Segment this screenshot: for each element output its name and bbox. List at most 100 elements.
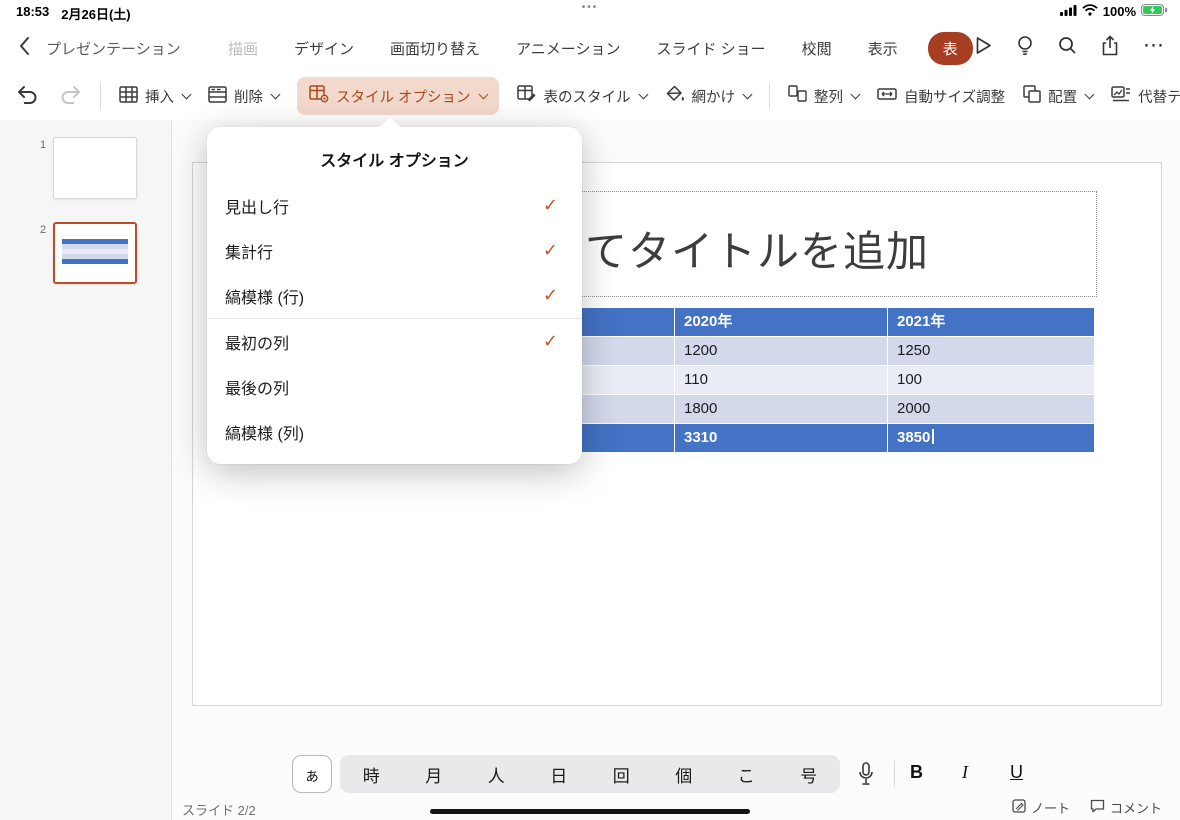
notes-button[interactable]: ノート — [1012, 798, 1070, 817]
battery-charging-icon — [1141, 4, 1168, 19]
popup-item-label: 集計行 — [225, 244, 274, 262]
redo-icon[interactable] — [58, 83, 82, 109]
popup-title: スタイル オプション — [320, 153, 469, 170]
multitasking-dots-icon[interactable]: ••• — [582, 2, 599, 13]
kana-input-toggle[interactable]: ぁ — [292, 755, 332, 793]
tab-design[interactable]: デザイン — [294, 38, 354, 59]
popup-item-label: 縞模様 (行) — [225, 289, 305, 307]
slide-number: 2 — [40, 224, 47, 236]
autofit-icon — [877, 85, 897, 107]
slide-thumbnail-1[interactable] — [53, 137, 137, 199]
suggestion-key[interactable]: こ — [715, 755, 778, 793]
tab-slideshow[interactable]: スライド ショー — [656, 38, 765, 59]
table-cell[interactable]: 2021年 — [888, 308, 1095, 337]
comments-label: コメント — [1109, 801, 1162, 816]
search-icon[interactable] — [1058, 36, 1077, 60]
popup-arrow — [379, 118, 401, 127]
popup-item-header-row[interactable]: 見出し行 ✓ — [207, 183, 582, 228]
notes-label: ノート — [1030, 801, 1070, 816]
check-icon: ✓ — [542, 285, 558, 305]
cellular-signal-icon — [1059, 4, 1077, 19]
back-chevron-icon[interactable] — [18, 36, 30, 61]
date: 2月26日(土) — [61, 7, 131, 22]
home-indicator[interactable] — [430, 809, 750, 814]
table-cell[interactable]: 1250 — [888, 337, 1095, 366]
wifi-icon — [1082, 4, 1098, 19]
popup-item-label: 最初の列 — [225, 335, 290, 353]
check-icon: ✓ — [542, 331, 558, 351]
suggestion-key[interactable]: 月 — [403, 755, 466, 793]
table-cell-active[interactable]: 3850 — [888, 424, 1095, 453]
alt-text-label: 代替テキスト — [1138, 89, 1180, 106]
suggestion-key[interactable]: 回 — [590, 755, 653, 793]
tab-transitions[interactable]: 画面切り替え — [390, 38, 480, 59]
slide-thumbnail-panel: 1 2 — [0, 120, 172, 820]
play-slideshow-icon[interactable] — [975, 36, 992, 60]
presentation-title[interactable]: プレゼンテーション — [46, 38, 181, 59]
table-cell[interactable]: 110 — [675, 366, 888, 395]
table-cell[interactable]: 100 — [888, 366, 1095, 395]
popup-item-total-row[interactable]: 集計行 ✓ — [207, 228, 582, 273]
tab-view[interactable]: 表示 — [868, 38, 898, 59]
popup-item-label: 最後の列 — [225, 380, 290, 398]
lightbulb-icon[interactable] — [1016, 35, 1034, 62]
autofit-button[interactable]: 自動サイズ調整 — [877, 85, 1005, 107]
tab-draw[interactable]: 描画 — [228, 38, 258, 59]
align-button[interactable]: 整列 — [788, 85, 861, 107]
microphone-icon[interactable] — [858, 762, 874, 792]
toolbar-separator — [769, 83, 771, 109]
popup-item-label: 見出し行 — [225, 199, 290, 217]
status-bar: 18:53 2月26日(土) ••• 100% — [0, 0, 1180, 24]
popup-item-first-column[interactable]: 最初の列 ✓ — [207, 319, 582, 364]
suggestion-key[interactable]: 日 — [528, 755, 591, 793]
style-options-button[interactable]: スタイル オプション — [297, 77, 499, 115]
share-icon[interactable] — [1101, 35, 1119, 61]
tab-animations[interactable]: アニメーション — [516, 38, 620, 59]
undo-icon[interactable] — [16, 83, 40, 109]
table-cell[interactable]: 2000 — [888, 395, 1095, 424]
delete-button[interactable]: 削除 — [208, 85, 281, 107]
bold-button[interactable]: B — [910, 762, 923, 783]
format-separator — [894, 761, 895, 787]
tab-table-contextual[interactable]: 表 — [927, 31, 973, 65]
popup-item-label: 縞模様 (列) — [225, 425, 305, 443]
popup-item-last-column[interactable]: 最後の列 — [207, 364, 582, 409]
insert-label: 挿入 — [145, 89, 174, 106]
shading-button[interactable]: 網かけ — [665, 85, 753, 108]
slide-number: 1 — [40, 139, 47, 151]
more-options-icon[interactable]: ⋯ — [1143, 35, 1164, 62]
alt-text-button[interactable]: 代替テキスト — [1111, 85, 1180, 107]
style-options-label: スタイル オプション — [336, 89, 471, 106]
arrange-icon — [1023, 85, 1041, 107]
table-cell[interactable]: 1800 — [675, 395, 888, 424]
table-cell[interactable]: 2020年 — [675, 308, 888, 337]
suggestion-key[interactable]: 時 — [340, 755, 403, 793]
chevron-down-icon — [478, 89, 488, 99]
check-icon: ✓ — [542, 195, 558, 215]
suggestion-key[interactable]: 人 — [465, 755, 528, 793]
slide-thumbnail-2[interactable] — [53, 222, 137, 284]
delete-table-icon — [208, 85, 227, 107]
toolbar-separator — [100, 83, 101, 109]
chevron-down-icon — [181, 89, 192, 99]
popup-item-banded-columns[interactable]: 縞模様 (列) — [207, 409, 582, 454]
suggestion-key[interactable]: 号 — [778, 755, 841, 793]
title-placeholder-text[interactable]: てタイトルを追加 — [585, 218, 929, 279]
autofit-label: 自動サイズ調整 — [904, 89, 1006, 106]
comments-button[interactable]: コメント — [1090, 798, 1162, 817]
table-cell[interactable]: 1200 — [675, 337, 888, 366]
delete-label: 削除 — [234, 89, 263, 106]
popup-item-banded-rows[interactable]: 縞模様 (行) ✓ — [207, 273, 582, 318]
suggestion-key[interactable]: 個 — [653, 755, 716, 793]
arrange-button[interactable]: 配置 — [1023, 85, 1095, 107]
text-cursor — [932, 429, 934, 444]
table-cell[interactable]: 3310 — [675, 424, 888, 453]
underline-button[interactable]: U — [1010, 762, 1023, 783]
arrange-label: 配置 — [1048, 89, 1078, 106]
tab-review[interactable]: 校閲 — [802, 38, 832, 59]
insert-button[interactable]: 挿入 — [119, 85, 192, 107]
table-styles-icon — [516, 85, 537, 107]
style-options-icon — [309, 85, 329, 107]
table-styles-button[interactable]: 表のスタイル — [516, 85, 648, 107]
italic-button[interactable]: I — [962, 762, 968, 783]
